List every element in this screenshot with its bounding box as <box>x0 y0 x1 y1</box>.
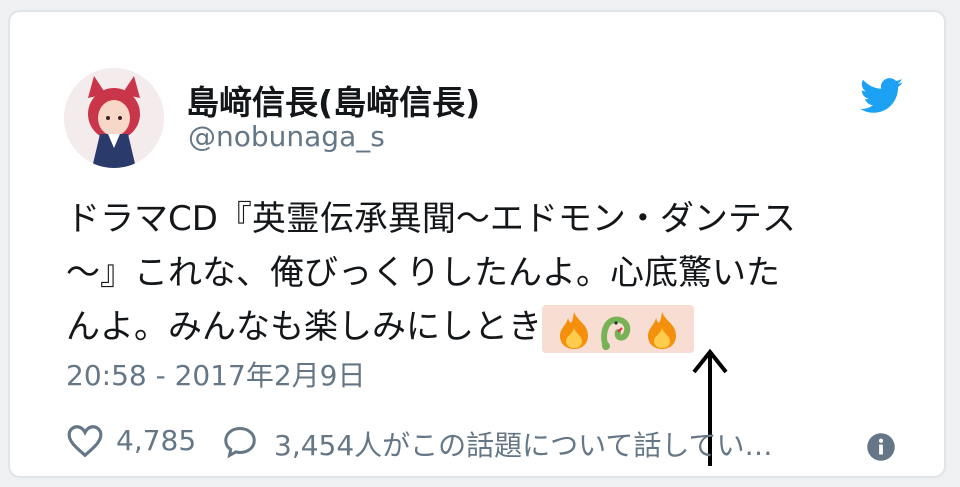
conversation-link[interactable]: 3,454人がこの話題について話してい… <box>274 424 772 464</box>
snake-icon <box>601 316 631 350</box>
tweet-timestamp[interactable]: 20:58 - 2017年2月9日 <box>66 354 365 394</box>
tweet-line: 〜』これな、俺びっくりしたんよ。心底驚いた <box>66 253 780 293</box>
avatar[interactable] <box>64 68 164 168</box>
tweet-text: ドラマCD『英霊伝承異聞〜エドモン・ダンテス 〜』これな、俺びっくりしたんよ。心… <box>66 192 916 354</box>
tweet-line: ドラマCD『英霊伝承異聞〜エドモン・ダンテス <box>66 199 796 239</box>
tweet-card: 島﨑信長(島﨑信長) @nobunaga_s ドラマCD『英霊伝承異聞〜エドモン… <box>8 10 946 478</box>
tweet-line: んよ。みんなも楽しみにしとき <box>66 300 916 354</box>
like-count[interactable]: 4,785 <box>116 424 196 457</box>
twitter-bird-icon[interactable] <box>860 78 904 114</box>
speech-bubble-icon[interactable] <box>222 424 258 460</box>
tweet-line-text: んよ。みんなも楽しみにしとき <box>66 307 542 347</box>
fire-icon <box>648 312 676 349</box>
info-icon[interactable] <box>866 432 896 462</box>
fire-icon <box>560 312 588 349</box>
heart-icon[interactable] <box>66 422 104 460</box>
anime-girl-avatar-icon <box>64 68 164 168</box>
user-handle[interactable]: @nobunaga_s <box>188 120 385 153</box>
tweet-footer: 4,785 3,454人がこの話題について話してい… <box>66 422 906 462</box>
display-name[interactable]: 島﨑信長(島﨑信長) <box>186 76 480 124</box>
emoji-group <box>542 304 694 353</box>
